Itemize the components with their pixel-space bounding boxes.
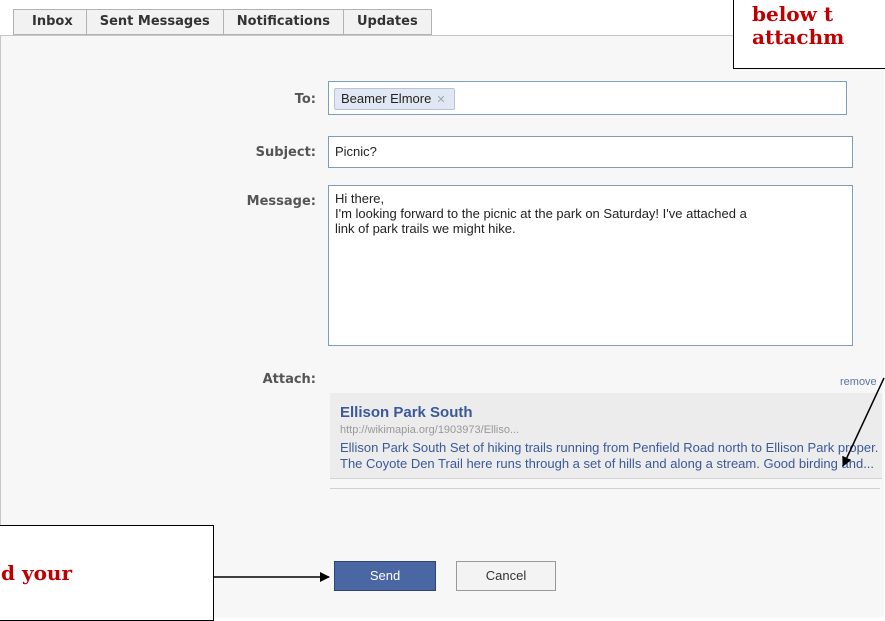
tab-notifications[interactable]: Notifications [222,9,343,35]
to-field[interactable]: Beamer Elmore ✕ [328,81,847,115]
callout-top-line2: attachm [752,25,845,49]
callout-bottom: d your [0,525,214,621]
attachment-url: http://wikimapia.org/1903973/Elliso... [340,424,520,436]
subject-value: Picnic? [335,144,377,159]
tab-sent-messages[interactable]: Sent Messages [85,9,223,35]
callout-top-line1: below t [752,2,834,26]
attachment-description: Ellison Park South Set of hiking trails … [340,440,879,471]
subject-label: Subject: [255,145,316,160]
recipient-token[interactable]: Beamer Elmore ✕ [334,88,455,110]
message-textarea[interactable]: Hi there, I'm looking forward to the pic… [328,185,853,346]
message-label: Message: [246,194,316,209]
remove-attachment-link[interactable]: remove [840,376,877,388]
callout-top: below t attachm [733,0,885,69]
recipient-name: Beamer Elmore [341,91,432,106]
callout-bottom-line1: d your [1,561,72,585]
attachment-preview: Ellison Park South http://wikimapia.org/… [330,393,882,479]
to-label: To: [294,92,316,107]
message-value: Hi there, I'm looking forward to the pic… [335,191,747,236]
send-button[interactable]: Send [334,561,436,591]
cancel-button[interactable]: Cancel [456,561,556,591]
attachment-title[interactable]: Ellison Park South [340,404,473,421]
attach-label: Attach: [262,372,316,387]
subject-field[interactable]: Picnic? [328,136,853,168]
divider [330,488,880,489]
tab-inbox[interactable]: Inbox [13,9,86,35]
message-tabs: Inbox Sent Messages Notifications Update… [13,9,432,35]
tab-updates[interactable]: Updates [342,9,432,35]
close-icon[interactable]: ✕ [436,94,445,106]
